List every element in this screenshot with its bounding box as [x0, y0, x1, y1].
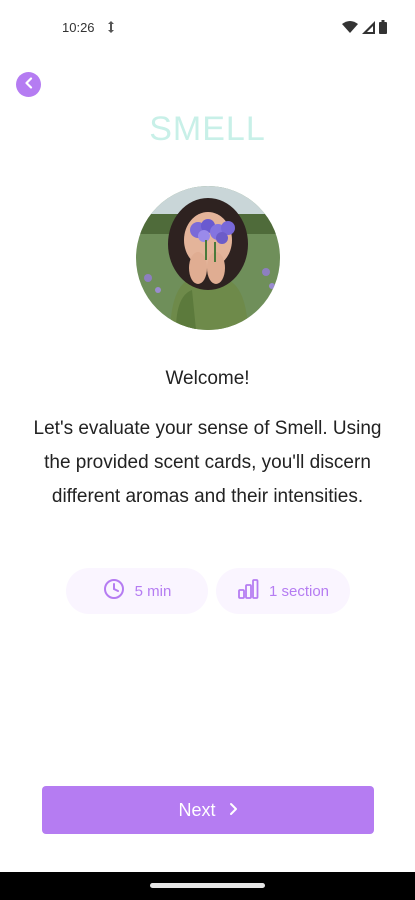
welcome-text: Welcome!: [165, 368, 250, 389]
sections-label: 1 section: [268, 582, 330, 600]
battery-icon: [379, 20, 387, 39]
hero-image: [136, 186, 280, 330]
back-button[interactable]: [16, 72, 41, 97]
sections-chip: 1 section: [216, 568, 350, 614]
duration-chip: 5 min: [66, 568, 208, 614]
next-label: Next: [178, 799, 216, 820]
wifi-icon: [342, 20, 358, 39]
signal-icon: [362, 20, 375, 39]
bar-chart-icon: [237, 578, 259, 604]
next-button[interactable]: Next: [42, 786, 374, 834]
description-text: Let's evaluate your sense of Smell. Usin…: [33, 418, 382, 507]
status-time: 10:26: [62, 20, 95, 35]
status-bar: 10:26: [0, 0, 415, 56]
duration-label: 5 min: [134, 582, 172, 600]
system-nav-bar: [0, 872, 415, 900]
page-title: SMELL: [149, 110, 266, 148]
home-indicator[interactable]: [150, 883, 265, 888]
chevron-right-icon: [228, 800, 238, 821]
sync-icon: [106, 20, 116, 39]
clock-icon: [103, 578, 125, 604]
chevron-left-icon: [23, 76, 35, 94]
status-icons: [342, 20, 387, 39]
